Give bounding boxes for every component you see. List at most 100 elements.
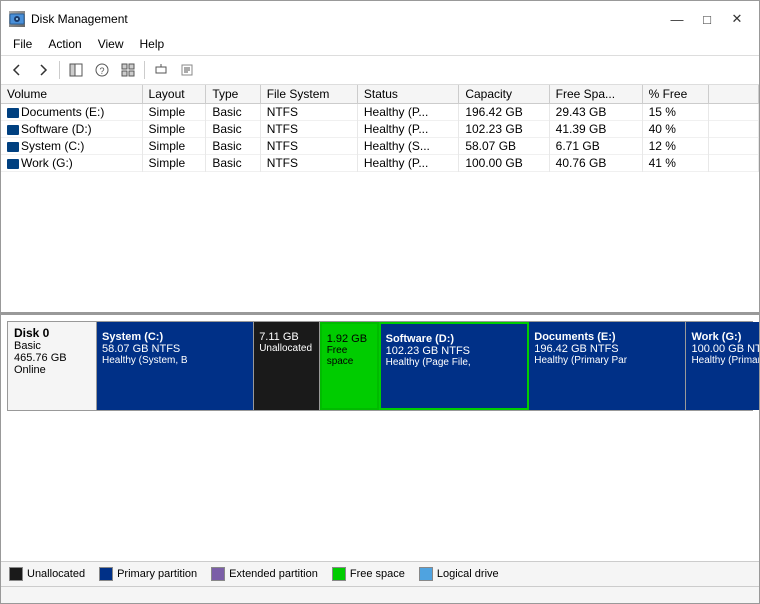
legend-item-4: Logical drive [419, 567, 499, 581]
forward-button[interactable] [31, 59, 55, 81]
cell-fs: NTFS [260, 104, 357, 121]
help-button[interactable]: ? [90, 59, 114, 81]
main-content: Volume Layout Type File System Status Ca… [1, 85, 759, 586]
minimize-button[interactable]: — [663, 9, 691, 29]
legend-color [419, 567, 433, 581]
partition-stripe [254, 322, 319, 328]
partition-stripe [97, 322, 253, 328]
properties-button[interactable] [175, 59, 199, 81]
cell-status: Healthy (S... [357, 138, 458, 155]
cell-pct: 41 % [642, 155, 708, 172]
cell-fs: NTFS [260, 121, 357, 138]
partition-sub: Unallocated [259, 343, 314, 354]
table-row[interactable]: Software (D:) Simple Basic NTFS Healthy … [1, 121, 759, 138]
menu-file[interactable]: File [5, 35, 40, 53]
title-buttons: — □ ✕ [663, 9, 751, 29]
partition-sub: Free space [327, 345, 372, 367]
cell-extra [709, 121, 759, 138]
table-header-row: Volume Layout Type File System Status Ca… [1, 85, 759, 104]
partition-size: 1.92 GB [327, 333, 372, 345]
cell-fs: NTFS [260, 155, 357, 172]
back-button[interactable] [5, 59, 29, 81]
main-window: Disk Management — □ ✕ File Action View H… [0, 0, 760, 604]
cell-type: Basic [206, 104, 260, 121]
status-text [7, 589, 10, 601]
snap-button[interactable] [149, 59, 173, 81]
app-icon [9, 11, 25, 27]
cell-free: 41.39 GB [549, 121, 642, 138]
partition-work[interactable]: Work (G:)100.00 GB NTFSHealthy (Primary … [686, 322, 759, 410]
partition-sub: Healthy (Primary Par [534, 355, 680, 366]
cell-status: Healthy (P... [357, 155, 458, 172]
partition-documents[interactable]: Documents (E:)196.42 GB NTFSHealthy (Pri… [529, 322, 686, 410]
legend-color [211, 567, 225, 581]
menu-view[interactable]: View [90, 35, 132, 53]
cell-type: Basic [206, 138, 260, 155]
cell-layout: Simple [142, 121, 206, 138]
menu-help[interactable]: Help [132, 35, 173, 53]
cell-status: Healthy (P... [357, 104, 458, 121]
legend-item-0: Unallocated [9, 567, 85, 581]
cell-pct: 40 % [642, 121, 708, 138]
partition-stripe [529, 322, 685, 328]
cell-capacity: 102.23 GB [459, 121, 549, 138]
partition-stripe [322, 324, 377, 330]
partition-size: 58.07 GB NTFS [102, 343, 248, 355]
cell-free: 40.76 GB [549, 155, 642, 172]
partition-size: 196.42 GB NTFS [534, 343, 680, 355]
partition-unallocated[interactable]: 7.11 GBUnallocated [254, 322, 320, 410]
table-row[interactable]: Work (G:) Simple Basic NTFS Healthy (P..… [1, 155, 759, 172]
partition-system[interactable]: System (C:)58.07 GB NTFSHealthy (System,… [97, 322, 254, 410]
legend-item-2: Extended partition [211, 567, 318, 581]
legend: Unallocated Primary partition Extended p… [1, 561, 759, 586]
partition-name: Software (D:) [386, 333, 523, 345]
partition-stripe [686, 322, 759, 328]
disk-table: Volume Layout Type File System Status Ca… [1, 85, 759, 172]
partition-stripe [381, 324, 528, 330]
disk-mini-icon [7, 159, 19, 169]
col-status: Status [357, 85, 458, 104]
disk-0-size: 465.76 GB [14, 352, 90, 364]
legend-item-1: Primary partition [99, 567, 197, 581]
partition-size: 100.00 GB NTFS [691, 343, 759, 355]
cell-volume: System (C:) [1, 138, 142, 155]
show-hide-button[interactable] [64, 59, 88, 81]
col-layout: Layout [142, 85, 206, 104]
toolbar-separator-1 [59, 61, 60, 79]
table-row[interactable]: Documents (E:) Simple Basic NTFS Healthy… [1, 104, 759, 121]
cell-capacity: 100.00 GB [459, 155, 549, 172]
cell-extra [709, 155, 759, 172]
disk-0-type: Basic [14, 340, 90, 352]
view-button[interactable] [116, 59, 140, 81]
col-pctfree: % Free [642, 85, 708, 104]
cell-capacity: 58.07 GB [459, 138, 549, 155]
partition-size: 7.11 GB [259, 331, 314, 343]
cell-free: 29.43 GB [549, 104, 642, 121]
cell-volume: Documents (E:) [1, 104, 142, 121]
partition-sub: Healthy (System, B [102, 355, 248, 366]
disk-0-partitions: System (C:)58.07 GB NTFSHealthy (System,… [97, 321, 753, 411]
svg-text:?: ? [99, 66, 104, 76]
cell-fs: NTFS [260, 138, 357, 155]
disk-mini-icon [7, 142, 19, 152]
legend-label: Extended partition [229, 568, 318, 580]
cell-capacity: 196.42 GB [459, 104, 549, 121]
partition-software[interactable]: Software (D:)102.23 GB NTFSHealthy (Page… [379, 322, 530, 410]
partition-freespace[interactable]: 1.92 GBFree space [320, 322, 379, 410]
disk-mini-icon [7, 125, 19, 135]
legend-color [9, 567, 23, 581]
menu-action[interactable]: Action [40, 35, 89, 53]
partition-name: System (C:) [102, 331, 248, 343]
toolbar: ? [1, 56, 759, 85]
table-row[interactable]: System (C:) Simple Basic NTFS Healthy (S… [1, 138, 759, 155]
legend-color [99, 567, 113, 581]
legend-label: Primary partition [117, 568, 197, 580]
partition-sub: Healthy (Page File, [386, 357, 523, 368]
title-bar-left: Disk Management [9, 11, 128, 27]
col-freespace: Free Spa... [549, 85, 642, 104]
toolbar-separator-2 [144, 61, 145, 79]
maximize-button[interactable]: □ [693, 9, 721, 29]
cell-type: Basic [206, 121, 260, 138]
close-button[interactable]: ✕ [723, 9, 751, 29]
partition-name: Documents (E:) [534, 331, 680, 343]
